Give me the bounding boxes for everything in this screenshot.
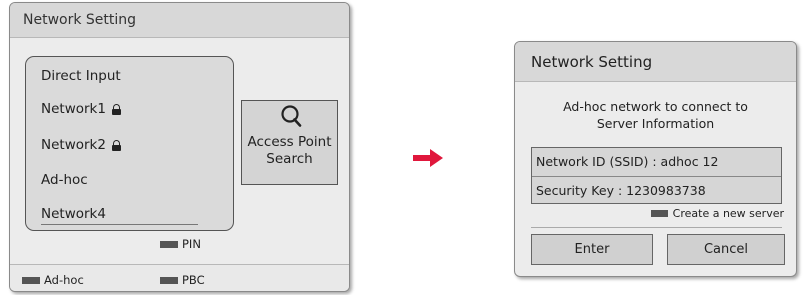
adhoc-message: Ad-hoc network to connect to Server Info… <box>515 98 796 132</box>
right-arrow-icon <box>413 149 443 167</box>
access-point-search-label-line2: Search <box>266 151 313 167</box>
lock-icon <box>111 139 121 151</box>
adhoc-key[interactable]: Ad-hoc <box>22 273 84 287</box>
network-id-row: Network ID (SSID) : adhoc 12 <box>536 154 719 169</box>
network-setting-dialog-left: Network Setting Direct Input Network1 Ne… <box>9 2 350 292</box>
create-new-server-label: Create a new server <box>672 207 784 220</box>
lock-icon <box>111 103 121 115</box>
color-key-swatch <box>160 276 178 284</box>
network-item-network4[interactable]: Network4 <box>41 206 106 222</box>
access-point-search-label-line1: Access Point <box>247 134 332 150</box>
network-item-network1[interactable]: Network1 <box>41 101 121 117</box>
enter-button[interactable]: Enter <box>531 234 653 265</box>
pbc-key[interactable]: PBC <box>160 273 205 287</box>
pbc-key-label: PBC <box>182 273 205 287</box>
network-item-label: Direct Input <box>41 68 121 84</box>
access-point-search-button[interactable]: Access Point Search <box>241 100 338 185</box>
message-line2: Server Information <box>596 116 715 131</box>
network-item-label: Network2 <box>41 137 106 153</box>
network-list: Direct Input Network1 Network2 Ad-hoc Ne… <box>25 56 234 231</box>
network-item-direct-input[interactable]: Direct Input <box>41 68 121 84</box>
list-divider <box>41 224 198 225</box>
color-key-swatch <box>650 210 668 217</box>
adhoc-key-label: Ad-hoc <box>44 273 84 287</box>
dialog-title: Network Setting <box>10 3 349 38</box>
network-item-label: Network4 <box>41 206 106 222</box>
network-item-network2[interactable]: Network2 <box>41 137 121 153</box>
cancel-button[interactable]: Cancel <box>667 234 785 265</box>
network-setting-dialog-right: Network Setting Ad-hoc network to connec… <box>514 41 797 277</box>
color-key-swatch <box>22 276 40 284</box>
server-info-box: Network ID (SSID) : adhoc 12 Security Ke… <box>531 147 782 204</box>
network-item-label: Network1 <box>41 101 106 117</box>
message-line1: Ad-hoc network to connect to <box>563 99 748 114</box>
security-key-row: Security Key : 1230983738 <box>532 176 781 204</box>
pin-key[interactable]: PIN <box>160 237 201 251</box>
network-item-adhoc[interactable]: Ad-hoc <box>41 172 88 188</box>
divider <box>531 227 782 228</box>
dialog-title: Network Setting <box>515 42 796 82</box>
magnifier-icon <box>281 105 302 127</box>
network-item-label: Ad-hoc <box>41 172 88 188</box>
pin-key-label: PIN <box>182 237 201 251</box>
create-new-server-key[interactable]: Create a new server <box>650 207 784 220</box>
color-key-swatch <box>160 240 178 248</box>
